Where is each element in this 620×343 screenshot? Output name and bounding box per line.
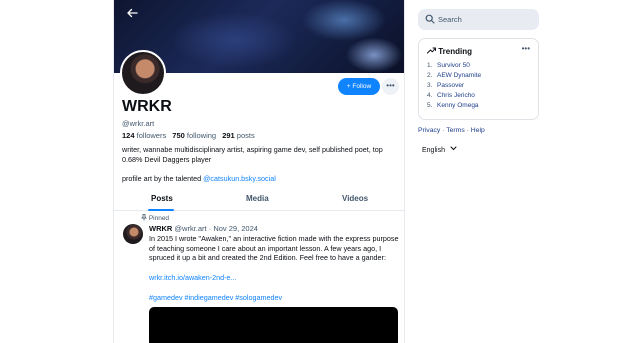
search-input[interactable]: Search [418, 9, 539, 30]
chevron-down-icon [450, 146, 457, 151]
profile-handle: @wrkr.art [122, 119, 155, 128]
post-date[interactable]: Nov 29, 2024 [213, 224, 258, 233]
followers-link[interactable]: 124 followers [122, 131, 166, 140]
pinned-label: Pinned [148, 215, 170, 222]
pin-icon [141, 214, 147, 221]
post-header: WRKR @wrkr.art · Nov 29, 2024 [149, 224, 258, 233]
trending-number: 5. [427, 102, 433, 109]
tab-posts[interactable]: Posts [151, 194, 173, 203]
trending-label: AEW Dynamite [437, 72, 482, 79]
followers-label: followers [136, 131, 167, 140]
language-label: English [422, 147, 445, 154]
trending-item[interactable]: 2. AEW Dynamite [427, 72, 481, 79]
trending-number: 2. [427, 72, 433, 79]
posts-count: 291 [222, 131, 235, 140]
post-link[interactable]: wrkr.itch.io/awaken-2nd-e... [149, 273, 237, 282]
trending-label: Chris Jericho [437, 92, 475, 99]
follow-button[interactable]: + Follow [338, 78, 380, 95]
post-author-name[interactable]: WRKR [149, 224, 172, 233]
tab-media[interactable]: Media [246, 194, 269, 203]
back-button[interactable] [122, 4, 142, 22]
help-link[interactable]: Help [471, 127, 485, 134]
post-author-handle[interactable]: @wrkr.art [174, 224, 206, 233]
active-tab-indicator [148, 209, 174, 211]
post-video-embed[interactable] [149, 307, 398, 343]
profile-tabs: Posts Media Videos [114, 190, 404, 211]
arrow-left-icon [127, 8, 138, 18]
profile-stats: 124 followers 750 following 291 posts [122, 131, 255, 140]
trending-header: Trending [427, 47, 472, 56]
trending-panel: Trending ••• 1. Survivor 50 2. AEW Dynamit… [418, 38, 539, 120]
terms-link[interactable]: Terms [446, 127, 465, 134]
trending-item[interactable]: 5. Kenny Omega [427, 102, 479, 109]
profile-main-column: + Follow ••• WRKR @wrkr.art 124 follower… [113, 0, 405, 343]
trending-label: Kenny Omega [437, 102, 479, 109]
trending-number: 3. [427, 82, 433, 89]
following-label: following [186, 131, 217, 140]
trending-item[interactable]: 1. Survivor 50 [427, 62, 470, 69]
trending-label: Survivor 50 [437, 62, 470, 69]
trending-more-button[interactable]: ••• [522, 44, 530, 53]
search-icon [425, 14, 435, 24]
trending-item[interactable]: 4. Chris Jericho [427, 92, 475, 99]
profile-bio-credit: profile art by the talented @catsukun.bs… [122, 174, 402, 184]
trending-item[interactable]: 3. Passover [427, 82, 464, 89]
post-separator: · [208, 224, 212, 233]
trending-number: 4. [427, 92, 433, 99]
bio-credit-text: profile art by the talented [122, 174, 202, 183]
post-text: In 2015 I wrote "Awaken," an interactive… [149, 234, 399, 263]
tab-videos[interactable]: Videos [342, 194, 368, 203]
post-author-avatar[interactable] [123, 224, 143, 244]
footer-separator: · [466, 127, 469, 134]
profile-bio: writer, wannabe multidisciplinary artist… [122, 145, 383, 164]
pinned-indicator: Pinned [141, 214, 169, 222]
following-count: 750 [172, 131, 185, 140]
bio-mention-link[interactable]: @catsukun.bsky.social [203, 174, 276, 183]
footer-links: Privacy · Terms · Help [418, 127, 485, 134]
post-hashtags[interactable]: #gamedev #indiegamedev #sologamedev [149, 293, 282, 302]
posts-label: posts [236, 131, 255, 140]
language-selector[interactable]: English [422, 146, 457, 154]
trending-icon [427, 47, 437, 54]
footer-separator: · [442, 127, 445, 134]
followers-count: 124 [122, 131, 135, 140]
more-options-button[interactable]: ••• [382, 78, 399, 95]
trending-label: Passover [437, 82, 465, 89]
search-placeholder: Search [438, 15, 462, 24]
profile-avatar[interactable] [120, 50, 166, 96]
display-name: WRKR [122, 98, 172, 115]
privacy-link[interactable]: Privacy [418, 127, 440, 134]
following-link[interactable]: 750 following [172, 131, 216, 140]
trending-number: 1. [427, 62, 433, 69]
trending-title: Trending [438, 47, 473, 56]
